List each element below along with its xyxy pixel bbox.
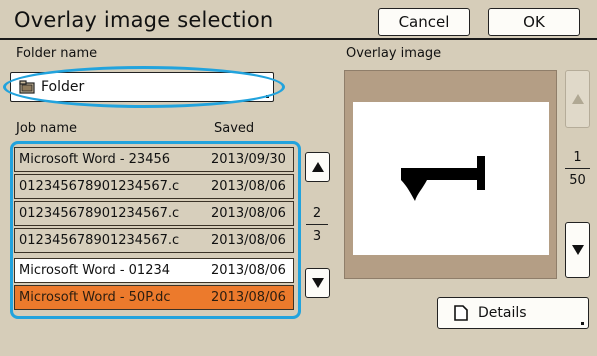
list-page-divider [306,224,328,225]
overlay-image-label: Overlay image [346,46,442,61]
preview-page-divider [565,168,590,169]
preview-scroll-up-button[interactable] [565,70,590,128]
column-header-job-name: Job name [16,121,78,136]
preview-scroll-down-button[interactable] [565,222,590,278]
column-header-saved: Saved [214,121,255,136]
details-button-label: Details [478,305,527,321]
overlay-preview-image [353,102,549,255]
button-corner-icon [581,322,584,325]
triangle-down-icon [571,245,584,255]
list-page-current: 2 [312,206,322,221]
preview-page-total: 50 [569,173,586,188]
details-button[interactable]: Details [437,297,589,329]
header-divider [0,38,597,40]
dialog-title: Overlay image selection [14,8,274,32]
list-highlight-frame [10,141,301,319]
triangle-up-icon [571,94,584,104]
list-page-total: 3 [312,229,322,244]
cancel-button-label: Cancel [398,13,450,31]
preview-page-current: 1 [573,150,582,165]
folder-name-label: Folder name [16,46,98,61]
triangle-up-icon [311,162,324,172]
ok-button-label: OK [523,13,545,31]
folder-highlight-ring [3,66,285,108]
overlay-glyph-image [401,156,485,201]
triangle-down-icon [311,278,324,288]
list-scroll-down-button[interactable] [305,268,330,298]
document-icon [454,305,468,321]
ok-button[interactable]: OK [488,8,580,36]
list-scroll-up-button[interactable] [305,152,330,182]
cancel-button[interactable]: Cancel [378,8,470,36]
